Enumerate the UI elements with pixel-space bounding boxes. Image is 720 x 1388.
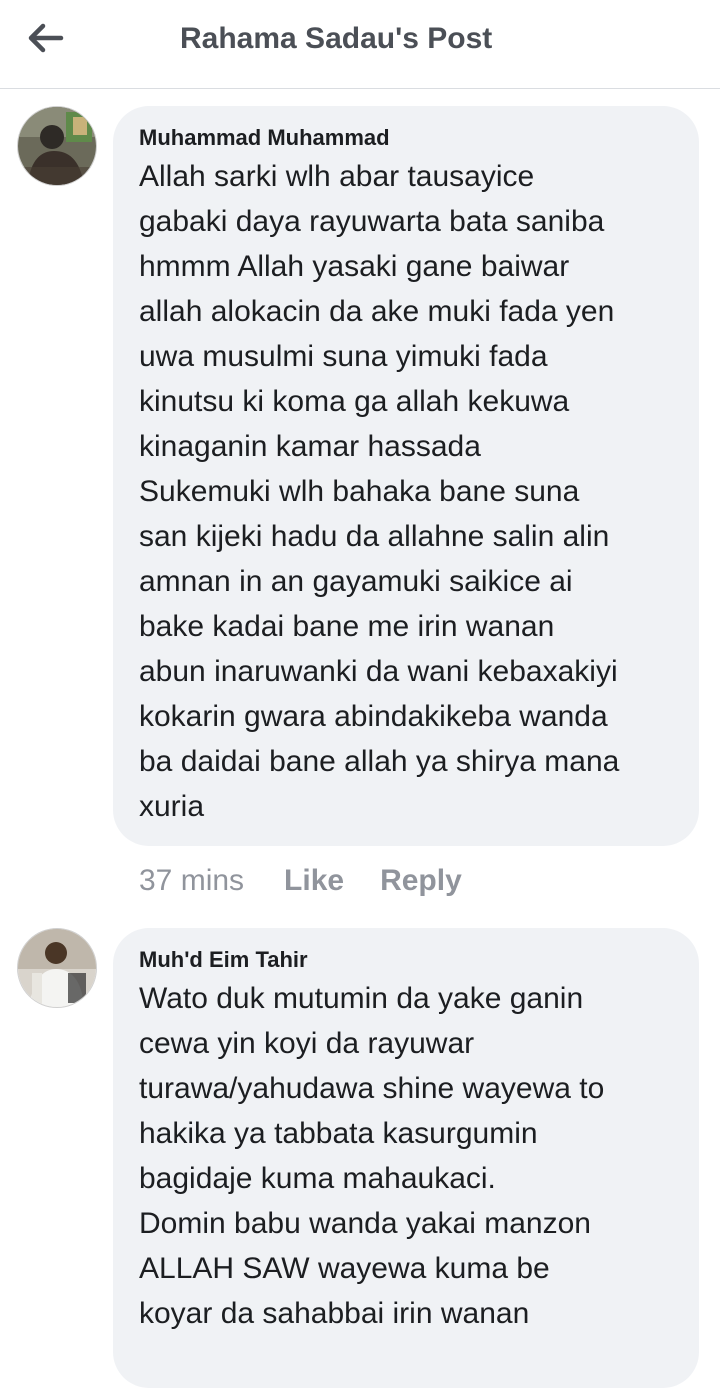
page-title: Rahama Sadau's Post <box>180 22 493 55</box>
like-button[interactable]: Like <box>284 864 344 898</box>
comment-bubble: Muh'd Eim Tahir Wato duk mutumin da yake… <box>113 928 699 1388</box>
top-bar: Rahama Sadau's Post <box>0 0 720 89</box>
comment-text: Allah sarki wlh abar tausayice gabaki da… <box>139 160 620 823</box>
comment-text: Wato duk mutumin da yake ganin cewa yin … <box>139 982 605 1330</box>
comment-bubble: Muhammad Muhammad Allah sarki wlh abar t… <box>113 106 699 846</box>
comment-author[interactable]: Muhammad Muhammad <box>139 124 679 152</box>
avatar[interactable] <box>17 928 97 1008</box>
avatar[interactable] <box>17 106 97 186</box>
avatar-photo <box>18 929 96 1007</box>
comment-author[interactable]: Muh'd Eim Tahir <box>139 946 679 974</box>
arrow-left-icon <box>28 23 64 53</box>
comment-actions: 37 mins Like Reply <box>139 864 462 898</box>
avatar-photo <box>18 107 96 185</box>
reply-button[interactable]: Reply <box>380 864 462 898</box>
comment-timestamp[interactable]: 37 mins <box>139 864 244 898</box>
back-button[interactable] <box>20 18 72 58</box>
